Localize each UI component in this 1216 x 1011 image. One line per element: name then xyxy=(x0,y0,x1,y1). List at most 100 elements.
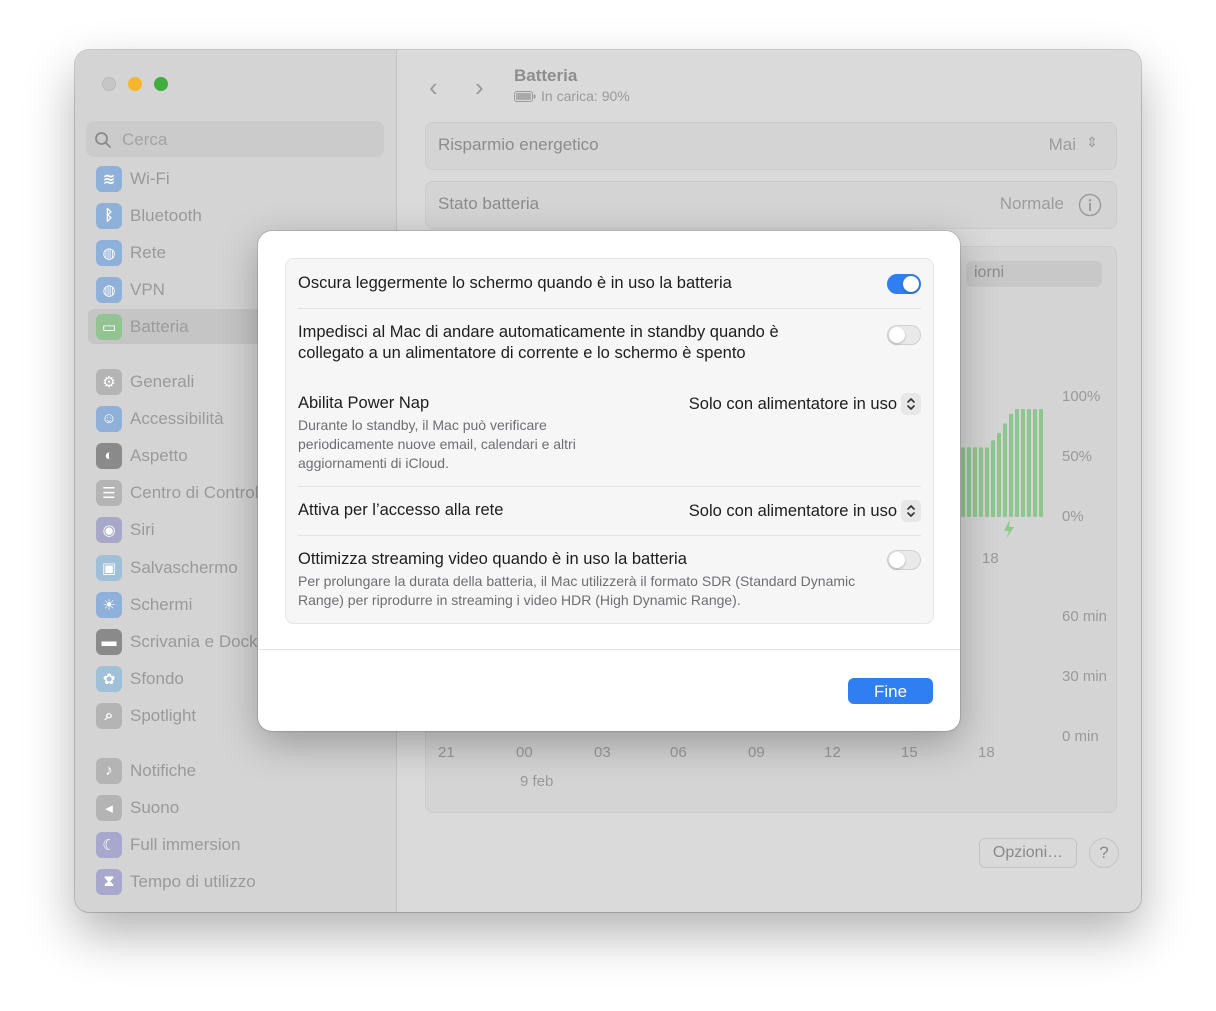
charging-bolt-icon xyxy=(1004,519,1014,539)
popup-chevron-icon xyxy=(901,393,921,415)
sidebar-item-label: VPN xyxy=(130,279,165,299)
battery-level-bar xyxy=(1027,409,1031,517)
zoom-window-button[interactable] xyxy=(154,77,168,91)
sidebar-item-label: Batteria xyxy=(130,316,189,336)
forward-arrow-icon[interactable]: › xyxy=(475,72,484,103)
battery-level-bar xyxy=(1021,409,1025,517)
separator xyxy=(298,308,921,309)
siri-icon: ◉ xyxy=(96,516,122,543)
search-placeholder: Cerca xyxy=(122,130,168,149)
energy-saving-value: Mai xyxy=(1048,135,1076,154)
sidebar-item-label: Aspetto xyxy=(130,445,188,465)
power-nap-value: Solo con alimentatore in uso xyxy=(688,394,897,413)
energy-saving-row[interactable]: Risparmio energetico Mai ⇕ xyxy=(425,122,1117,170)
hour-tick: 00 xyxy=(516,744,533,761)
options-card: Oscura leggermente lo schermo quando è i… xyxy=(285,258,934,624)
battery-icon: ▭ xyxy=(96,313,122,340)
sidebar-item-label: Sfondo xyxy=(130,668,184,688)
network-access-popup[interactable]: Solo con alimentatore in uso xyxy=(689,500,921,522)
sidebar-item-label: Wi-Fi xyxy=(130,168,170,188)
options-button[interactable]: Opzioni… xyxy=(979,838,1077,868)
battery-level-bar xyxy=(961,447,965,517)
popup-chevron-icon xyxy=(901,500,921,522)
battery-level-bar xyxy=(1009,413,1013,517)
sidebar-item-label: Notifiche xyxy=(130,760,197,780)
date-label: 9 feb xyxy=(520,773,554,790)
sidebar-item-label: Salvaschermo xyxy=(130,557,238,577)
streaming-label: Ottimizza streaming video quando è in us… xyxy=(298,550,687,568)
streaming-row: Ottimizza streaming video quando è in us… xyxy=(298,549,921,613)
battery-level-bar xyxy=(1039,409,1043,517)
level-axis-100: 100% xyxy=(1062,388,1101,405)
sidebar-item-label: Centro di Controllo xyxy=(130,482,272,502)
help-button[interactable]: ? xyxy=(1089,838,1119,868)
appearance-icon: ◐ xyxy=(96,442,122,469)
charging-status: In carica: 90% xyxy=(541,88,630,104)
bluetooth-icon: ᛒ xyxy=(96,202,122,229)
sidebar-item-label: Tempo di utilizzo xyxy=(130,871,256,891)
display-icon: ☀ xyxy=(96,591,122,618)
hour-tick: 18 xyxy=(978,744,995,761)
hour-tick: 15 xyxy=(901,744,918,761)
hour-tick: 21 xyxy=(438,744,455,761)
spotlight-icon: ⌕ xyxy=(96,702,122,729)
battery-state-row: Stato batteria Normale xyxy=(425,181,1117,229)
battery-level-bar xyxy=(1015,409,1019,517)
network-access-row: Attiva per l’accesso alla rete Solo con … xyxy=(298,500,921,522)
sidebar-item-full-immersion[interactable]: ☾ Full immersion xyxy=(88,827,388,862)
power-nap-popup[interactable]: Solo con alimentatore in uso xyxy=(689,393,921,415)
toggle-knob xyxy=(889,327,905,343)
sidebar-item-label: Schermi xyxy=(130,594,193,614)
dock-icon: ▬ xyxy=(96,628,122,655)
sidebar-item-tempo-di-utilizzo[interactable]: ⧗ Tempo di utilizzo xyxy=(88,864,388,899)
vpn-globe-icon: ◍ xyxy=(96,276,122,303)
screensaver-icon: ▣ xyxy=(96,554,122,581)
separator xyxy=(298,486,921,487)
sidebar-item-label: Full immersion xyxy=(130,834,241,854)
wallpaper-icon: ✿ xyxy=(96,665,122,692)
hour-tick: 12 xyxy=(824,744,841,761)
page-subtitle: In carica: 90% xyxy=(514,88,630,104)
sidebar-item-label: Generali xyxy=(130,371,195,391)
prevent-standby-row: Impedisci al Mac di andare automaticamen… xyxy=(298,322,921,366)
toggle-knob xyxy=(889,552,905,568)
sheet-divider xyxy=(258,649,960,650)
level-hour-tick: 18 xyxy=(982,550,999,567)
hourglass-icon: ⧗ xyxy=(96,868,122,895)
done-button[interactable]: Fine xyxy=(848,678,933,704)
sidebar-item-label: Suono xyxy=(130,797,180,817)
battery-level-bar xyxy=(1003,423,1007,517)
dim-screen-toggle[interactable] xyxy=(887,274,921,294)
battery-level-bar xyxy=(973,447,977,517)
sidebar-item-label: Spotlight xyxy=(130,705,197,725)
battery-level-bar xyxy=(1033,409,1037,517)
level-axis-50: 50% xyxy=(1062,448,1093,465)
battery-state-value: Normale xyxy=(999,194,1064,213)
page-title: Batteria xyxy=(514,66,578,85)
sidebar-item-suono[interactable]: ◂ Suono xyxy=(88,790,388,825)
usage-axis-60: 60 min xyxy=(1062,608,1108,625)
hour-tick: 09 xyxy=(748,744,765,761)
gear-icon: ⚙ xyxy=(96,368,122,395)
close-window-button[interactable] xyxy=(102,77,116,91)
prevent-standby-toggle[interactable] xyxy=(887,325,921,345)
hour-tick: 03 xyxy=(594,744,611,761)
sidebar-item-wi-fi[interactable]: ≋ Wi-Fi xyxy=(88,161,388,196)
info-icon[interactable] xyxy=(1078,193,1102,217)
streaming-toggle[interactable] xyxy=(887,550,921,570)
battery-level-bar xyxy=(985,447,989,517)
sidebar-item-notifiche[interactable]: ♪ Notifiche xyxy=(88,753,388,788)
sidebar-item-label: Bluetooth xyxy=(130,205,202,225)
toggle-knob xyxy=(903,276,919,292)
battery-options-sheet: Oscura leggermente lo schermo quando è i… xyxy=(258,231,960,731)
search-field[interactable]: Cerca xyxy=(86,121,384,157)
battery-level-bar xyxy=(997,433,1001,517)
separator xyxy=(298,535,921,536)
sidebar-item-bluetooth[interactable]: ᛒ Bluetooth xyxy=(88,198,388,233)
back-arrow-icon[interactable]: ‹ xyxy=(429,72,438,103)
minimize-window-button[interactable] xyxy=(128,77,142,91)
wifi-icon: ≋ xyxy=(96,165,122,192)
energy-saving-label: Risparmio energetico xyxy=(438,135,599,154)
dim-screen-label: Oscura leggermente lo schermo quando è i… xyxy=(298,274,732,292)
power-nap-row: Abilita Power Nap Durante lo standby, il… xyxy=(298,393,921,479)
